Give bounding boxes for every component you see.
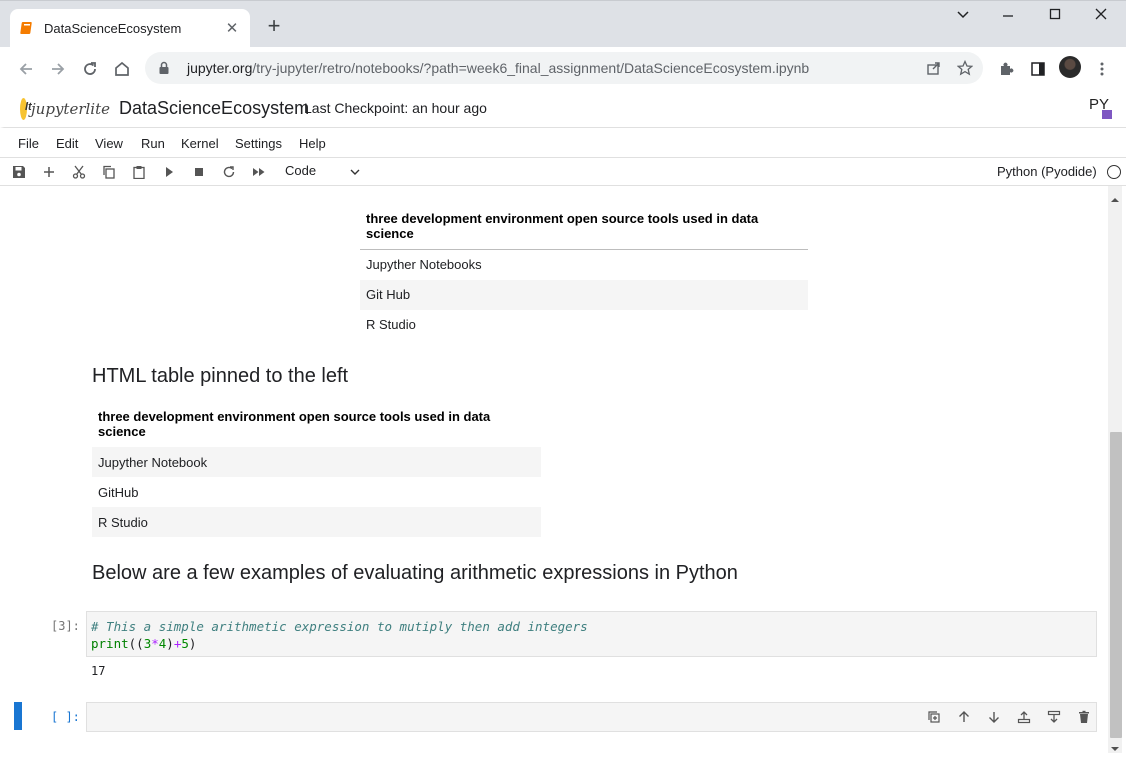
kernel-status-icon [1107,165,1121,179]
close-window-icon[interactable] [1086,7,1116,29]
bookmark-star-icon[interactable] [956,59,974,77]
close-tab-icon[interactable]: ✕ [224,19,240,37]
menu-view[interactable]: View [95,136,123,151]
empty-cell-prompt: [ ]: [51,710,80,724]
reload-icon[interactable] [78,57,102,81]
heading-arithmetic: Below are a few examples of evaluating a… [92,562,738,584]
browser-tab[interactable]: DataScienceEcosystem ✕ [10,9,250,47]
add-cell-icon[interactable] [40,163,58,181]
fast-forward-icon[interactable] [250,163,268,181]
table-row: Jupyther Notebook [92,447,541,477]
table-header: three development environment open sourc… [98,409,491,439]
menu-bar: File Edit View Run Kernel Settings Help [0,128,1126,158]
share-icon[interactable] [925,59,943,77]
move-down-icon[interactable] [986,709,1002,725]
stop-icon[interactable] [190,163,208,181]
left-edge [0,186,6,753]
tools-table-left: three development environment open sourc… [92,402,541,537]
tools-table-centered: three development environment open sourc… [360,204,808,340]
more-vert-icon[interactable] [1090,57,1114,81]
scroll-down-arrow-icon[interactable] [1111,740,1119,751]
forward-arrow-icon[interactable] [46,57,70,81]
cell-type-select[interactable]: Code [285,163,316,178]
menu-edit[interactable]: Edit [56,136,78,151]
paste-icon[interactable] [130,163,148,181]
scrollbar-thumb[interactable] [1110,432,1122,738]
browser-chrome: DataScienceEcosystem ✕ + jupyter.org/try… [0,0,1126,91]
menu-settings[interactable]: Settings [235,136,282,151]
home-icon[interactable] [110,57,134,81]
profile-avatar[interactable] [1059,56,1081,78]
checkpoint-status: Last Checkpoint: an hour ago [304,100,487,116]
code-paren: ) [166,636,174,651]
empty-code-cell[interactable] [86,702,1097,732]
maximize-icon[interactable] [1040,7,1070,29]
address-bar[interactable]: jupyter.org/try-jupyter/retro/notebooks/… [145,52,983,84]
delete-cell-icon[interactable] [1076,709,1092,725]
logo-text: jupyterlite [31,100,110,118]
new-tab-button[interactable]: + [262,15,286,39]
jupyter-header: jupyterlite DataScienceEcosystem Last Ch… [0,90,1126,128]
insert-above-icon[interactable] [1016,709,1032,725]
side-panel-icon[interactable] [1026,57,1050,81]
insert-below-icon[interactable] [1046,709,1062,725]
url-host: jupyter.org [187,60,253,76]
jupyterlite-logo[interactable]: jupyterlite [20,94,110,124]
run-icon[interactable] [160,163,178,181]
url-text[interactable]: jupyter.org/try-jupyter/retro/notebooks/… [187,60,809,76]
scroll-up-arrow-icon[interactable] [1111,191,1119,202]
restart-icon[interactable] [220,163,238,181]
tab-search-icon[interactable] [948,7,978,29]
notebook-title[interactable]: DataScienceEcosystem [119,98,309,119]
table-row: Git Hub [360,279,808,310]
move-up-icon[interactable] [956,709,972,725]
code-paren-open: (( [128,636,144,651]
url-path: /try-jupyter/retro/notebooks/?path=week6… [252,60,810,76]
menu-file[interactable]: File [18,136,39,151]
active-cell-indicator [14,702,22,730]
cell-prompt: [3]: [51,619,80,633]
table-header: three development environment open sourc… [360,204,808,250]
lock-icon[interactable] [157,60,171,76]
table-row: Jupyther Notebooks [366,257,482,273]
table-row: R Studio [366,317,416,332]
code-print: print [91,636,129,651]
table-row: R Studio [92,507,541,537]
chevron-down-icon[interactable] [348,165,362,179]
menu-kernel[interactable]: Kernel [181,136,219,151]
menu-help[interactable]: Help [299,136,326,151]
code-comment: # This a simple arithmetic expression to… [91,619,588,634]
notebook-toolbar: Code Python (Pyodide) [0,158,1126,186]
notebook-favicon-icon [20,21,34,35]
heading-left-table: HTML table pinned to the left [92,365,349,387]
browser-toolbar: jupyter.org/try-jupyter/retro/notebooks/… [0,47,1126,91]
copy-icon[interactable] [100,163,118,181]
save-icon[interactable] [10,163,28,181]
code-operator: * [151,636,159,651]
pyodide-logo-icon: PY [1088,95,1114,121]
extensions-puzzle-icon[interactable] [994,57,1018,81]
tab-title: DataScienceEcosystem [44,20,182,36]
duplicate-cell-icon[interactable] [926,709,942,725]
cell-output: 17 [91,664,106,678]
code-cell-editor[interactable]: # This a simple arithmetic expression to… [86,611,1097,657]
kernel-name[interactable]: Python (Pyodide) [997,164,1097,179]
table-row: GitHub [98,484,139,500]
code-number: 5 [181,636,189,651]
cut-icon[interactable] [70,163,88,181]
minimize-icon[interactable] [993,7,1023,29]
menu-run[interactable]: Run [141,136,165,151]
jupyterlite-logo-icon [20,98,32,120]
code-paren-close: ) [188,636,197,651]
back-arrow-icon[interactable] [14,57,38,81]
